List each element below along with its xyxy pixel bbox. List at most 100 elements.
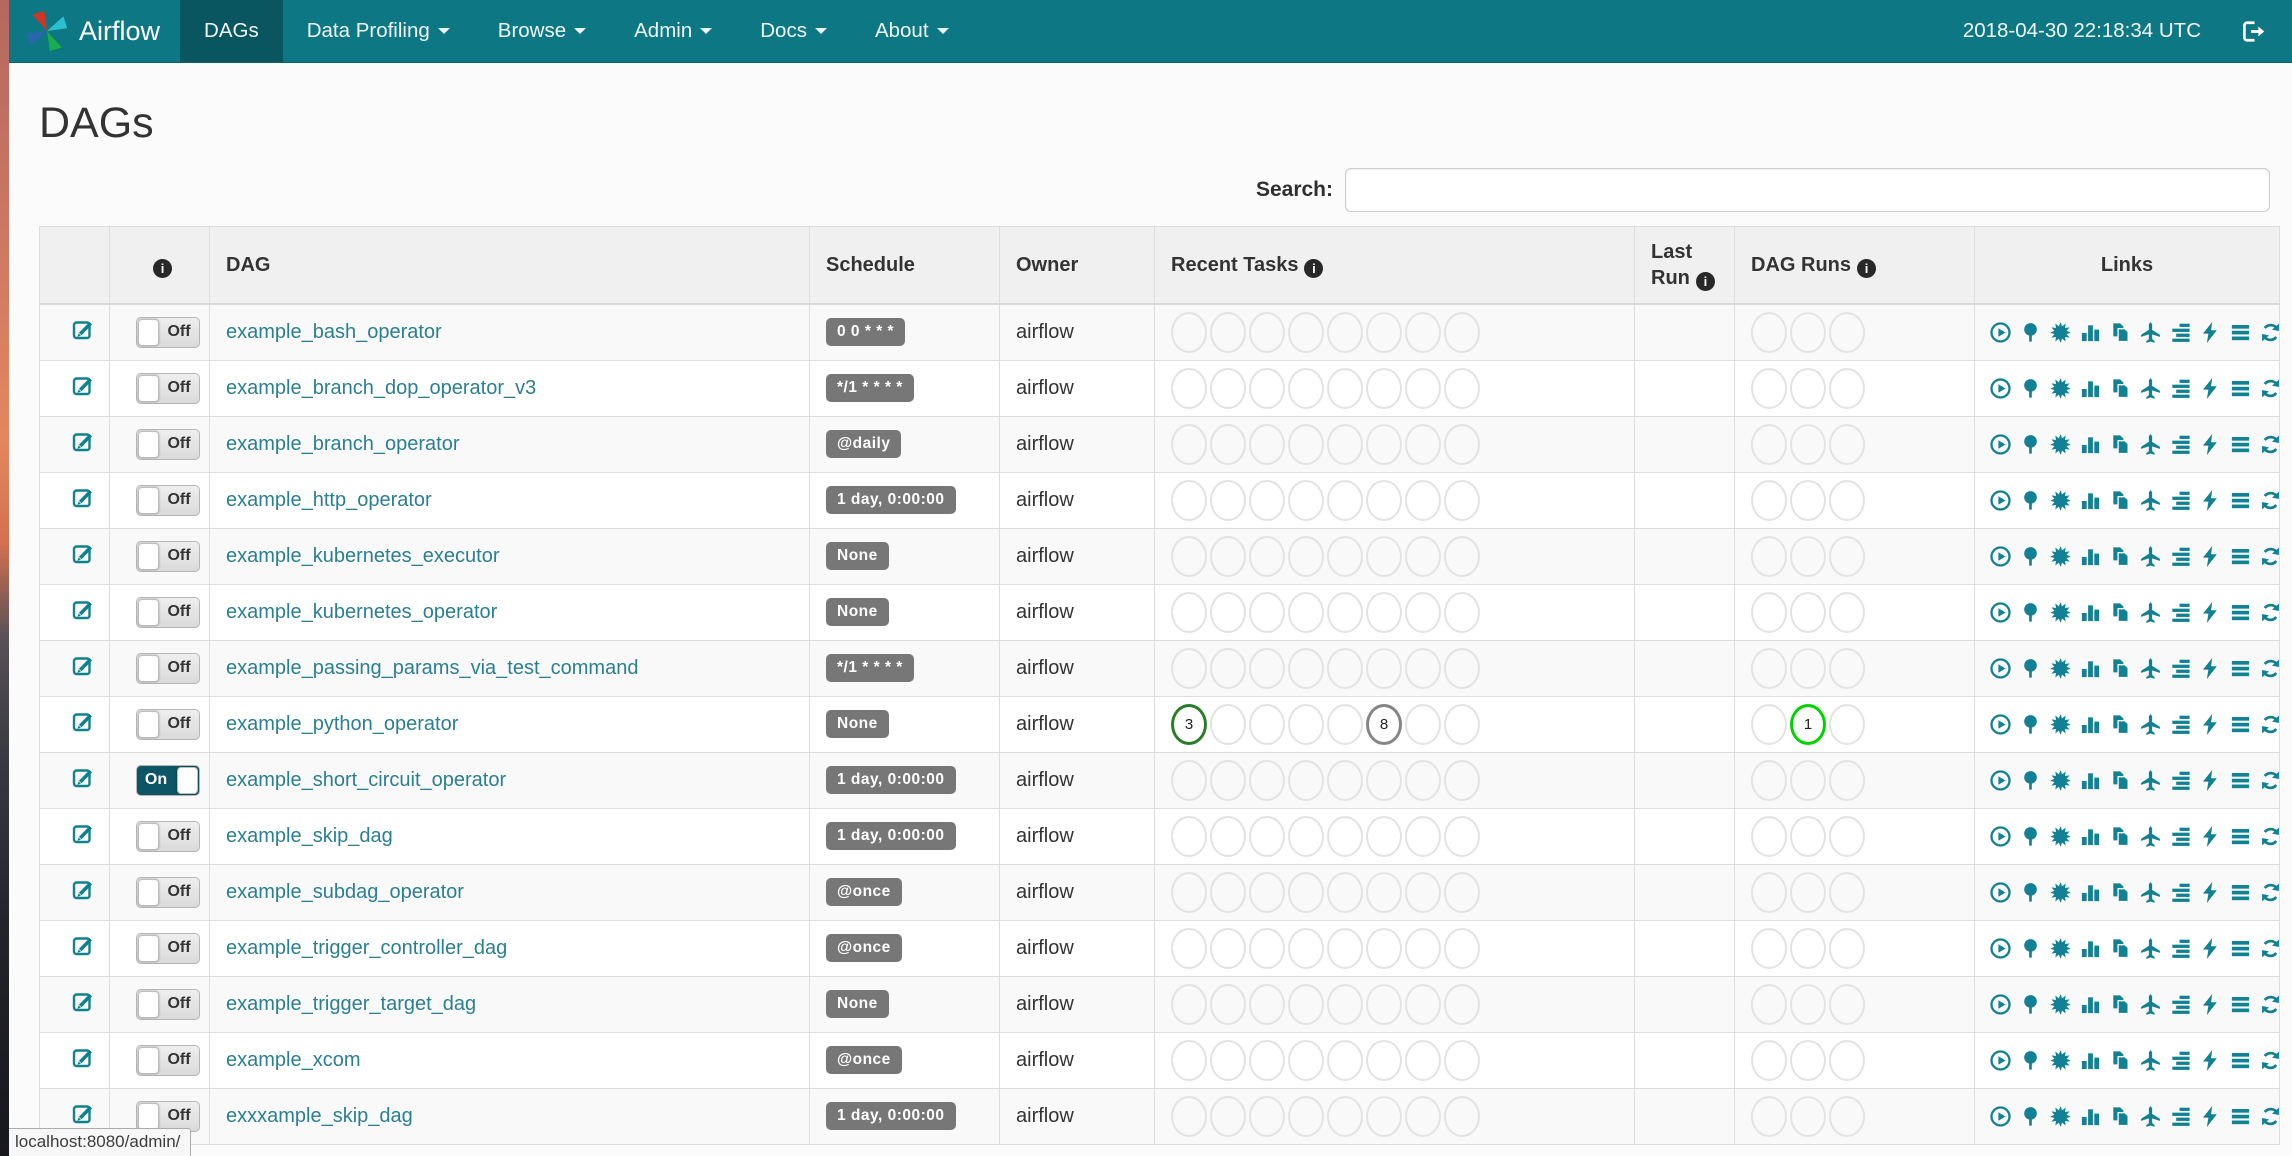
tree-view-icon[interactable] [2019,601,2042,624]
task-state-circle[interactable] [1249,1039,1285,1081]
dag-run-state-circle[interactable] [1790,647,1826,689]
dag-pause-toggle[interactable]: Off [135,540,200,572]
task-state-circle[interactable] [1210,703,1246,745]
task-state-circle[interactable] [1288,535,1324,577]
gantt-icon[interactable] [2169,881,2192,904]
trigger-dag-icon[interactable] [1989,601,2012,624]
dag-run-state-circle[interactable] [1829,367,1865,409]
task-state-circle[interactable] [1366,423,1402,465]
task-state-circle[interactable] [1249,535,1285,577]
task-tries-icon[interactable] [2109,377,2132,400]
trigger-dag-icon[interactable] [1989,657,2012,680]
task-state-circle[interactable] [1327,759,1363,801]
dag-pause-toggle[interactable]: Off [135,372,200,404]
landing-times-icon[interactable] [2139,769,2162,792]
refresh-icon[interactable] [2259,377,2279,400]
task-state-circle[interactable] [1405,759,1441,801]
dag-pause-toggle[interactable]: Off [135,1100,200,1132]
dag-pause-toggle[interactable]: Off [135,652,200,684]
task-tries-icon[interactable] [2109,433,2132,456]
task-state-circle[interactable] [1327,1039,1363,1081]
dag-run-state-circle[interactable] [1751,871,1787,913]
graph-view-icon[interactable] [2049,713,2072,736]
task-state-circle[interactable] [1249,479,1285,521]
task-state-circle[interactable] [1405,367,1441,409]
trigger-dag-icon[interactable] [1989,321,2012,344]
task-state-circle[interactable] [1444,871,1480,913]
task-state-circle[interactable] [1366,311,1402,353]
dag-pause-toggle[interactable]: Off [135,596,200,628]
gantt-icon[interactable] [2169,769,2192,792]
logs-icon[interactable] [2229,825,2252,848]
dag-run-state-circle[interactable] [1751,311,1787,353]
trigger-dag-icon[interactable] [1989,993,2012,1016]
gantt-icon[interactable] [2169,489,2192,512]
logs-icon[interactable] [2229,545,2252,568]
dag-pause-toggle[interactable]: Off [135,484,200,516]
task-duration-icon[interactable] [2079,825,2102,848]
edit-dag-icon[interactable] [71,485,95,515]
task-state-circle[interactable] [1249,759,1285,801]
refresh-icon[interactable] [2259,881,2279,904]
task-state-circle[interactable] [1366,367,1402,409]
nav-item-docs[interactable]: Docs [736,0,851,62]
task-state-circle[interactable] [1288,311,1324,353]
task-state-circle[interactable] [1405,535,1441,577]
landing-times-icon[interactable] [2139,825,2162,848]
refresh-icon[interactable] [2259,713,2279,736]
task-state-circle[interactable] [1210,423,1246,465]
dag-name-link[interactable]: example_python_operator [226,713,458,735]
dag-name-link[interactable]: example_trigger_controller_dag [226,937,507,959]
dag-run-state-circle[interactable] [1790,927,1826,969]
tree-view-icon[interactable] [2019,545,2042,568]
task-state-circle[interactable] [1405,591,1441,633]
task-state-circle[interactable] [1366,1039,1402,1081]
dag-run-state-circle[interactable] [1790,759,1826,801]
dag-name-link[interactable]: example_skip_dag [226,825,393,847]
dag-run-state-circle[interactable] [1829,871,1865,913]
nav-item-about[interactable]: About [851,0,973,62]
task-state-circle[interactable] [1249,927,1285,969]
gantt-icon[interactable] [2169,601,2192,624]
logs-icon[interactable] [2229,713,2252,736]
task-state-circle[interactable] [1249,647,1285,689]
dag-run-state-circle[interactable] [1790,1039,1826,1081]
logs-icon[interactable] [2229,657,2252,680]
gantt-icon[interactable] [2169,993,2192,1016]
dag-run-state-circle[interactable] [1751,983,1787,1025]
dag-run-state-circle[interactable] [1829,759,1865,801]
task-state-circle[interactable] [1288,815,1324,857]
tree-view-icon[interactable] [2019,713,2042,736]
landing-times-icon[interactable] [2139,993,2162,1016]
landing-times-icon[interactable] [2139,1105,2162,1128]
task-state-circle[interactable] [1327,479,1363,521]
task-state-circle[interactable] [1405,1095,1441,1137]
tree-view-icon[interactable] [2019,937,2042,960]
dag-name-link[interactable]: example_bash_operator [226,321,442,343]
task-state-circle[interactable] [1444,647,1480,689]
dag-run-state-circle[interactable] [1829,703,1865,745]
task-state-circle[interactable] [1327,535,1363,577]
edit-dag-icon[interactable] [71,877,95,907]
logs-icon[interactable] [2229,489,2252,512]
task-state-circle[interactable] [1288,759,1324,801]
dag-run-state-circle[interactable] [1829,423,1865,465]
task-state-circle[interactable] [1171,983,1207,1025]
tree-view-icon[interactable] [2019,993,2042,1016]
dag-name-link[interactable]: example_kubernetes_executor [226,545,500,567]
dag-run-state-circle[interactable] [1790,871,1826,913]
refresh-icon[interactable] [2259,321,2279,344]
dag-run-state-circle[interactable] [1790,479,1826,521]
nav-item-data-profiling[interactable]: Data Profiling [283,0,474,62]
code-icon[interactable] [2199,321,2222,344]
task-state-circle[interactable] [1405,703,1441,745]
dag-run-state-circle[interactable] [1751,423,1787,465]
task-state-circle[interactable] [1210,927,1246,969]
edit-dag-icon[interactable] [71,1101,95,1131]
code-icon[interactable] [2199,825,2222,848]
sign-out-icon[interactable] [2239,18,2266,45]
task-state-circle[interactable] [1366,871,1402,913]
trigger-dag-icon[interactable] [1989,545,2012,568]
trigger-dag-icon[interactable] [1989,769,2012,792]
task-duration-icon[interactable] [2079,489,2102,512]
